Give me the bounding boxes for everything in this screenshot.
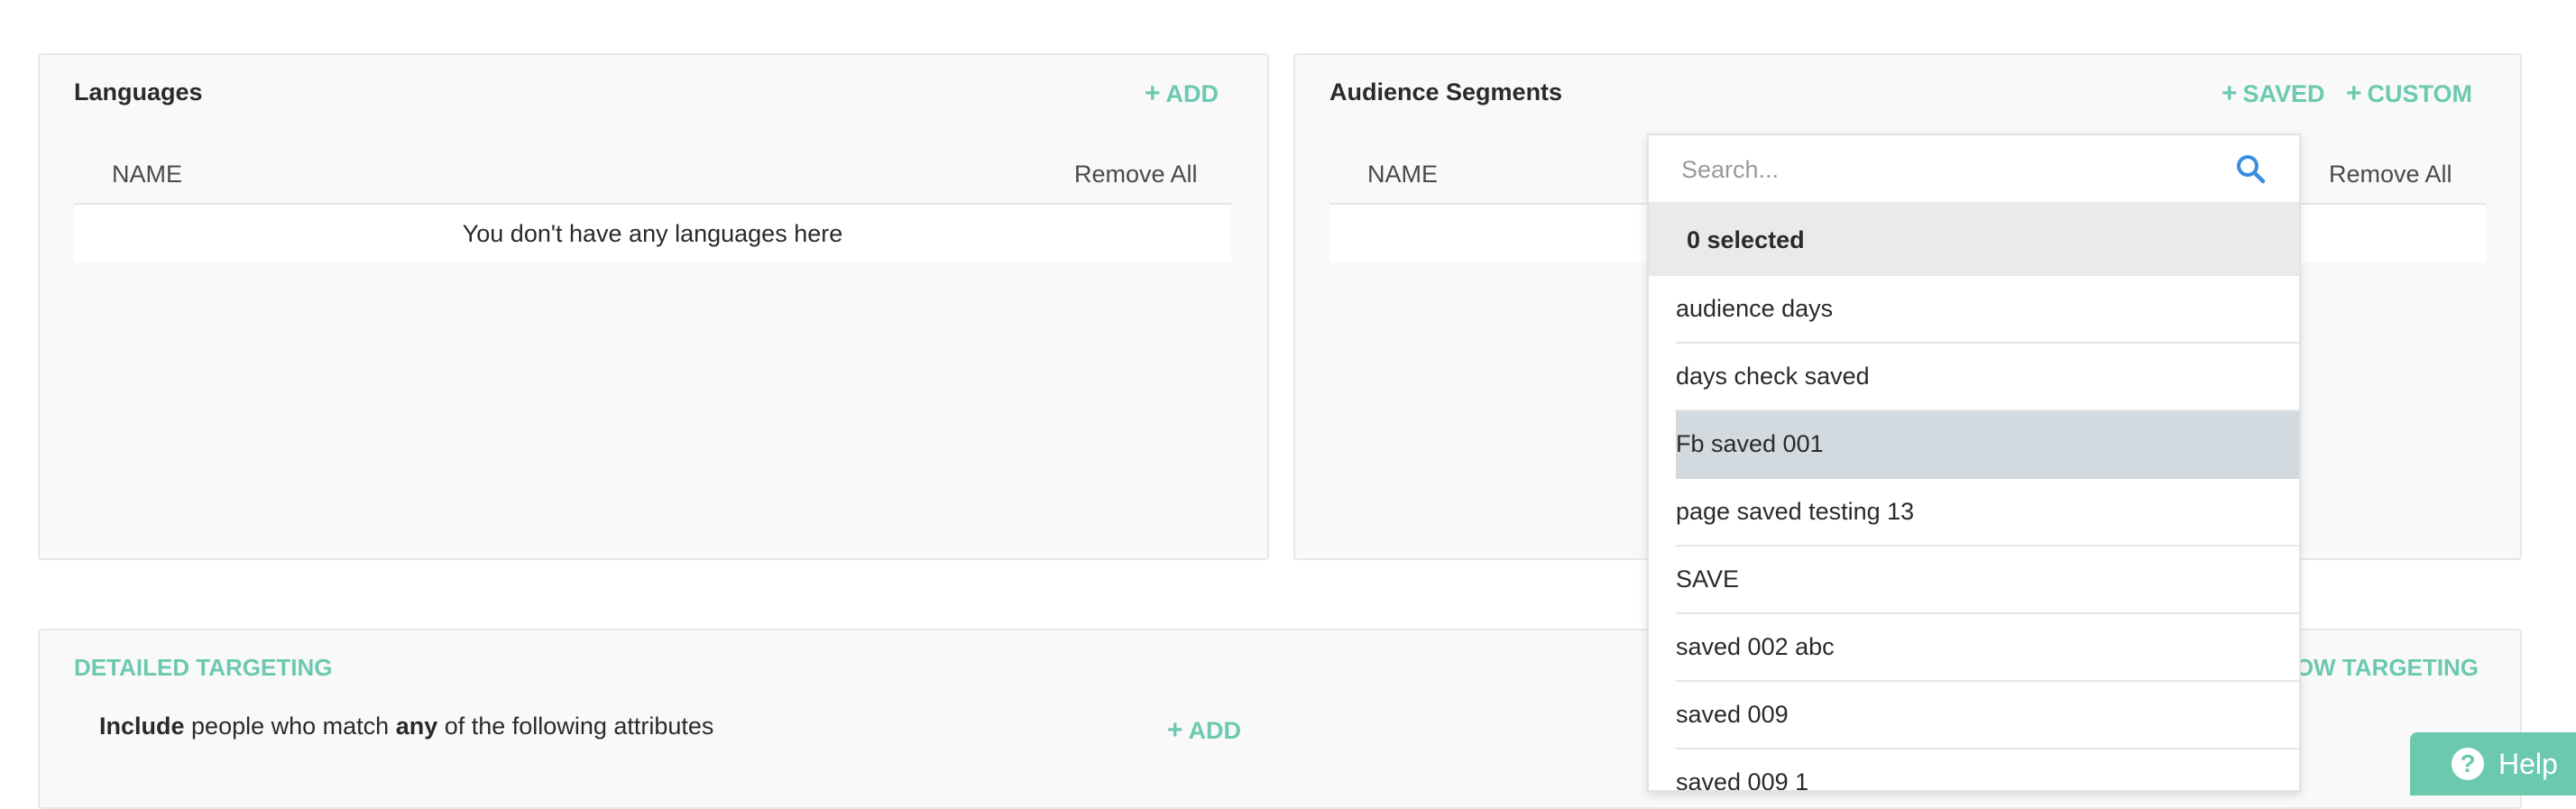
question-icon: ?: [2452, 748, 2484, 780]
audience-remove-all[interactable]: Remove All: [2329, 161, 2452, 188]
dropdown-option[interactable]: saved 009: [1676, 682, 2299, 749]
plus-icon: +: [2346, 78, 2362, 108]
include-mid: people who match: [191, 712, 390, 740]
detailed-add-label: ADD: [1188, 717, 1242, 744]
audience-custom-label: CUSTOM: [2367, 80, 2473, 107]
audience-saved-label: SAVED: [2242, 80, 2325, 107]
include-any: any: [395, 712, 438, 740]
include-description: Include people who match any of the foll…: [99, 712, 713, 740]
dropdown-search-box: [1649, 135, 2299, 204]
dropdown-option[interactable]: SAVE: [1676, 547, 2299, 614]
help-button[interactable]: ? Help: [2410, 732, 2576, 795]
plus-icon: +: [2222, 78, 2238, 108]
dropdown-option[interactable]: days check saved: [1676, 344, 2299, 411]
dropdown-selected-count: 0 selected: [1649, 204, 2299, 276]
dropdown-option[interactable]: page saved testing 13: [1676, 479, 2299, 547]
dropdown-option[interactable]: saved 009 1: [1676, 749, 2299, 790]
languages-add-button[interactable]: + ADD: [1145, 78, 1219, 109]
audience-saved-button[interactable]: + SAVED: [2222, 78, 2325, 109]
languages-remove-all[interactable]: Remove All: [1074, 161, 1198, 188]
detailed-add-button[interactable]: + ADD: [1167, 715, 1241, 746]
detailed-targeting-title: DETAILED TARGETING: [74, 654, 333, 681]
dropdown-option-highlighted[interactable]: Fb saved 001: [1676, 411, 2299, 479]
include-word: Include: [99, 712, 185, 740]
dropdown-option[interactable]: audience days: [1676, 276, 2299, 344]
languages-col-name: NAME: [112, 161, 183, 188]
include-end: of the following attributes: [444, 712, 714, 740]
audience-title: Audience Segments: [1329, 78, 1563, 106]
plus-icon: +: [1167, 715, 1183, 745]
languages-add-label: ADD: [1165, 80, 1219, 107]
plus-icon: +: [1145, 78, 1161, 108]
search-icon[interactable]: [2235, 153, 2266, 184]
dropdown-option[interactable]: saved 002 abc: [1676, 614, 2299, 682]
languages-panel: Languages + ADD NAME Remove All You don't…: [38, 53, 1269, 560]
help-label: Help: [2498, 747, 2558, 780]
audience-col-name: NAME: [1367, 161, 1439, 188]
dropdown-search-input[interactable]: [1681, 150, 2222, 189]
languages-empty-row: You don't have any languages here: [74, 205, 1231, 262]
saved-audience-dropdown: 0 selected audience days days check save…: [1647, 133, 2301, 792]
audience-custom-button[interactable]: + CUSTOM: [2346, 78, 2472, 109]
languages-title: Languages: [74, 78, 203, 106]
